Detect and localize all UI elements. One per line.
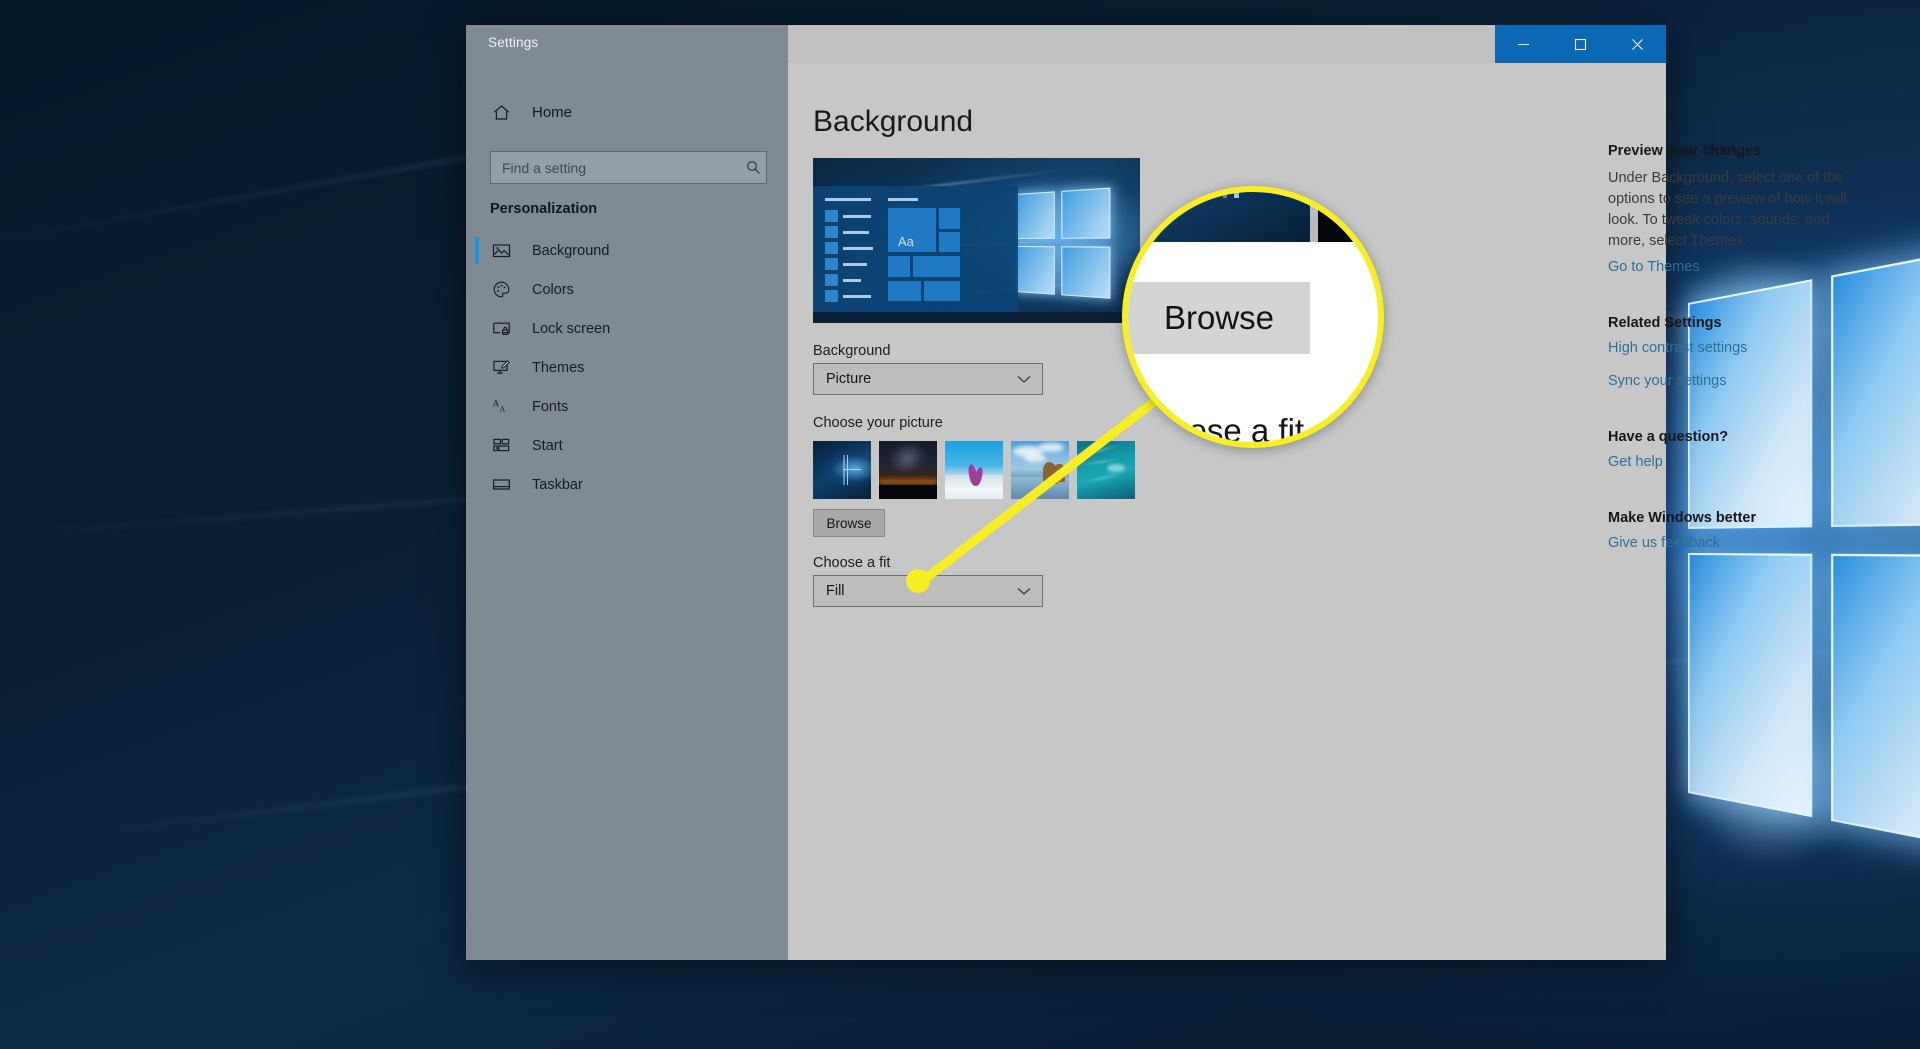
sidebar-section-title: Personalization: [490, 201, 598, 217]
chevron-down-icon: [1017, 364, 1031, 394]
sidebar-item-lock-screen[interactable]: Lock screen: [466, 309, 788, 348]
beach-rock-thumbnail[interactable]: [1011, 441, 1069, 499]
fonts-icon: A A: [490, 396, 512, 418]
search-input[interactable]: [491, 158, 740, 177]
info-heading: Preview your changes: [1608, 143, 1762, 159]
sidebar-item-taskbar[interactable]: Taskbar: [466, 465, 788, 504]
get-help-link[interactable]: Get help: [1608, 454, 1858, 470]
info-heading: Have a question?: [1608, 429, 1729, 445]
info-panel: Preview your changes Under Background, s…: [1608, 143, 1858, 591]
home-icon: [490, 101, 512, 123]
info-heading: Related Settings: [1608, 315, 1722, 331]
sidebar-item-background[interactable]: Background: [466, 231, 788, 270]
close-button[interactable]: [1609, 25, 1666, 63]
maximize-button[interactable]: [1552, 25, 1609, 63]
selection-indicator: [475, 237, 479, 264]
sidebar-item-label: Background: [532, 242, 610, 259]
background-preview: Aa: [813, 158, 1140, 323]
info-group-preview: Preview your changes Under Background, s…: [1608, 143, 1858, 275]
settings-window: Settings Home Find a setting Personaliza…: [466, 25, 1847, 960]
start-tiles-icon: [490, 435, 512, 457]
palette-icon: [490, 279, 512, 301]
info-paragraph: Under Background, select one of the opti…: [1608, 170, 1847, 249]
preview-start-menu: Aa: [813, 186, 1018, 323]
info-group-related: Related Settings High contrast settings …: [1608, 315, 1858, 389]
night-sky-thumbnail[interactable]: [879, 441, 937, 499]
sidebar-home-label: Home: [532, 103, 573, 121]
sidebar-item-label: Start: [532, 437, 563, 454]
window-titlebar: Settings: [466, 25, 1666, 63]
background-label: Background: [813, 343, 891, 359]
page-title: Background: [813, 105, 974, 138]
settings-content: Background Aa Background Picture Choose …: [788, 63, 1847, 960]
sidebar-item-start[interactable]: Start: [466, 426, 788, 465]
svg-text:A: A: [492, 400, 499, 410]
underwater-thumbnail[interactable]: [1077, 441, 1135, 499]
background-type-dropdown[interactable]: Picture: [813, 363, 1043, 395]
minimize-button[interactable]: [1495, 25, 1552, 63]
search-box[interactable]: [490, 151, 767, 184]
sidebar-item-label: Fonts: [532, 398, 569, 415]
sidebar-item-home[interactable]: Home: [466, 93, 788, 131]
sidebar-item-themes[interactable]: Themes: [466, 348, 788, 387]
taskbar-icon: [490, 474, 512, 496]
preview-taskbar: [813, 312, 1140, 323]
sidebar-item-label: Themes: [532, 359, 585, 376]
chevron-down-icon: [1017, 576, 1031, 606]
picture-thumbnail-list: [813, 441, 1135, 499]
browse-button[interactable]: Browse: [813, 509, 885, 537]
high-contrast-settings-link[interactable]: High contrast settings: [1608, 340, 1858, 356]
sidebar-item-label: Lock screen: [532, 320, 611, 337]
themes-icon: [490, 357, 512, 379]
search-icon: [740, 160, 766, 175]
info-group-question: Have a question? Get help: [1608, 429, 1858, 470]
info-heading: Make Windows better: [1608, 510, 1757, 526]
sidebar-item-colors[interactable]: Colors: [466, 270, 788, 309]
settings-sidebar: Home Personalization: [466, 63, 788, 960]
lock-screen-icon: [490, 318, 512, 340]
give-us-feedback-link[interactable]: Give us feedback: [1608, 535, 1858, 551]
choose-fit-label: Choose a fit: [813, 555, 891, 571]
choose-picture-label: Choose your picture: [813, 415, 943, 431]
sidebar-item-fonts[interactable]: A A Fonts: [466, 387, 788, 426]
sync-your-settings-link[interactable]: Sync your settings: [1608, 373, 1858, 389]
app-title: Settings: [488, 35, 539, 50]
crocus-snow-thumbnail[interactable]: [945, 441, 1003, 499]
fit-value: Fill: [826, 583, 845, 599]
picture-icon: [490, 240, 512, 262]
preview-text-sample: Aa: [898, 234, 914, 249]
fit-dropdown[interactable]: Fill: [813, 575, 1043, 607]
sidebar-item-label: Colors: [532, 281, 574, 298]
sidebar-nav-list: Background Colors Lock screen Themes A A…: [466, 231, 788, 504]
go-to-themes-link[interactable]: Go to Themes: [1608, 259, 1858, 275]
preview-windows-logo: [1016, 187, 1111, 299]
svg-text:A: A: [499, 405, 505, 414]
windows-hero-thumbnail[interactable]: [813, 441, 871, 499]
info-group-feedback: Make Windows better Give us feedback: [1608, 510, 1858, 551]
background-type-value: Picture: [826, 371, 872, 387]
sidebar-item-label: Taskbar: [532, 476, 583, 493]
